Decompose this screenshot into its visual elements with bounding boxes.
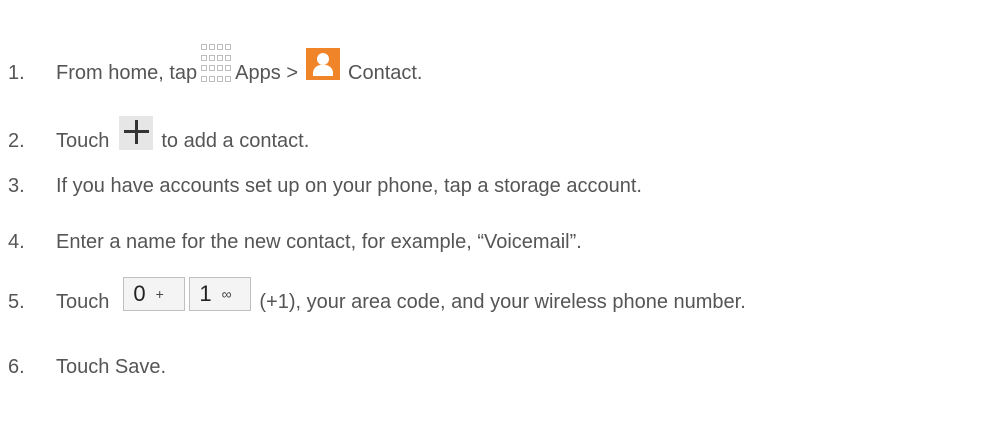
step-text: (+1), your area code, and your wireless … <box>259 291 746 313</box>
step-5: 5. Touch 0 + 1 ∞ (+1), your area code, a… <box>8 277 746 313</box>
instruction-steps: 1. From home, tap Apps > Contact. 2. Tou… <box>0 0 989 429</box>
step-6: 6. Touch Save. <box>8 356 166 378</box>
plus-icon <box>119 116 154 150</box>
step-number: 6. <box>8 356 25 378</box>
apps-grid-icon <box>201 44 232 82</box>
step-text: Touch <box>56 130 110 152</box>
step-1: 1. From home, tap Apps > Contact. <box>8 44 422 84</box>
step-text: Contact. <box>348 62 423 84</box>
step-text: From home, tap <box>56 62 198 84</box>
key-main-label: 0 <box>133 281 146 306</box>
step-number: 2. <box>8 130 25 152</box>
step-4: 4. Enter a name for the new contact, for… <box>8 231 582 253</box>
step-text: Apps > <box>235 62 298 84</box>
keypad-key-0-plus: 0 + <box>123 277 186 311</box>
key-sub-label: + <box>155 286 164 302</box>
step-text: Enter a name for the new contact, for ex… <box>56 231 582 253</box>
contact-icon <box>306 48 340 80</box>
voicemail-icon: ∞ <box>221 286 232 302</box>
step-number: 5. <box>8 291 25 313</box>
step-text: Touch Save. <box>56 356 167 378</box>
step-text: Touch <box>56 291 110 313</box>
step-number: 3. <box>8 175 25 197</box>
step-text: If you have accounts set up on your phon… <box>56 175 642 197</box>
step-text: to add a contact. <box>161 130 310 152</box>
step-number: 4. <box>8 231 25 253</box>
keypad-key-1-voicemail: 1 ∞ <box>189 277 252 311</box>
step-number: 1. <box>8 62 25 84</box>
step-2: 2. Touch to add a contact. <box>8 116 309 152</box>
keypad-keys: 0 + 1 ∞ <box>119 277 252 311</box>
step-3: 3. If you have accounts set up on your p… <box>8 175 642 197</box>
key-main-label: 1 <box>199 281 212 306</box>
